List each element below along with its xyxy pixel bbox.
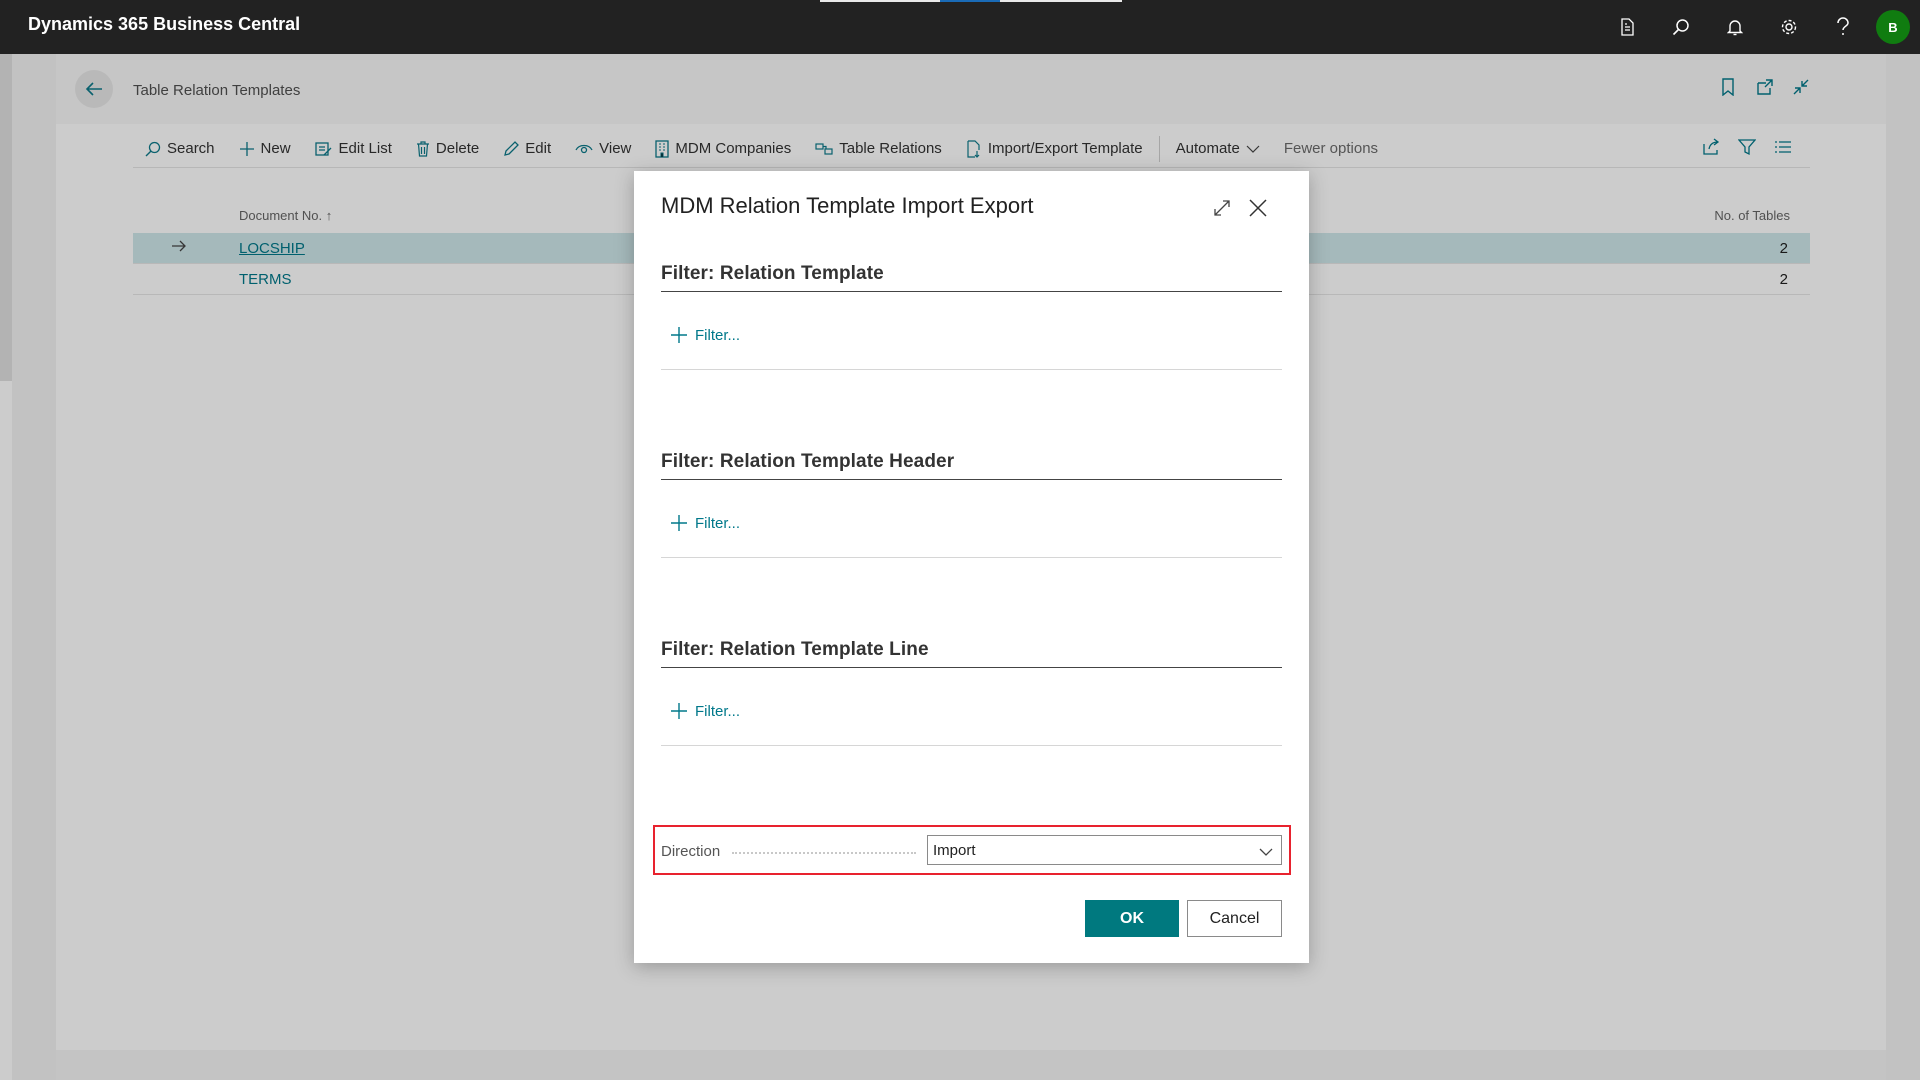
app-bar: Dynamics 365 Business Central B <box>0 0 1920 54</box>
tab-indicator-active <box>940 0 1000 2</box>
direction-value: Import <box>933 842 976 859</box>
direction-label: Direction <box>661 843 721 860</box>
section-title-relation-template-line: Filter: Relation Template Line <box>661 639 929 660</box>
add-filter-relation-template-header[interactable]: Filter... <box>670 514 740 532</box>
plus-icon <box>671 515 687 531</box>
direction-leader-dots <box>732 852 916 854</box>
close-icon[interactable] <box>1245 195 1271 221</box>
tab-indicator <box>820 0 940 2</box>
direction-select[interactable]: Import <box>927 835 1282 865</box>
section-title-relation-template-header: Filter: Relation Template Header <box>661 451 955 472</box>
section-divider <box>661 479 1282 480</box>
add-filter-relation-template[interactable]: Filter... <box>670 326 740 344</box>
filter-link-label: Filter... <box>695 326 741 344</box>
section-divider <box>661 291 1282 292</box>
document-icon[interactable] <box>1600 0 1654 54</box>
plus-icon <box>671 703 687 719</box>
import-export-dialog: MDM Relation Template Import Export Filt… <box>634 171 1309 963</box>
expand-icon[interactable] <box>1209 195 1235 221</box>
chevron-down-icon <box>1259 844 1273 861</box>
section-end-line <box>661 369 1282 370</box>
avatar[interactable]: B <box>1876 10 1910 44</box>
filter-link-label: Filter... <box>695 702 741 720</box>
app-title: Dynamics 365 Business Central <box>28 14 301 34</box>
section-divider <box>661 667 1282 668</box>
section-end-line <box>661 557 1282 558</box>
add-filter-relation-template-line[interactable]: Filter... <box>670 702 740 720</box>
filter-link-label: Filter... <box>695 514 741 532</box>
gear-icon[interactable] <box>1762 0 1816 54</box>
section-end-line <box>661 745 1282 746</box>
ok-button[interactable]: OK <box>1085 900 1179 937</box>
search-icon[interactable] <box>1654 0 1708 54</box>
bell-icon[interactable] <box>1708 0 1762 54</box>
tab-indicator <box>1000 0 1122 2</box>
help-icon[interactable] <box>1816 0 1870 54</box>
plus-icon <box>671 327 687 343</box>
section-title-relation-template: Filter: Relation Template <box>661 263 884 284</box>
dialog-title: MDM Relation Template Import Export <box>661 193 1034 218</box>
cancel-button[interactable]: Cancel <box>1187 900 1282 937</box>
